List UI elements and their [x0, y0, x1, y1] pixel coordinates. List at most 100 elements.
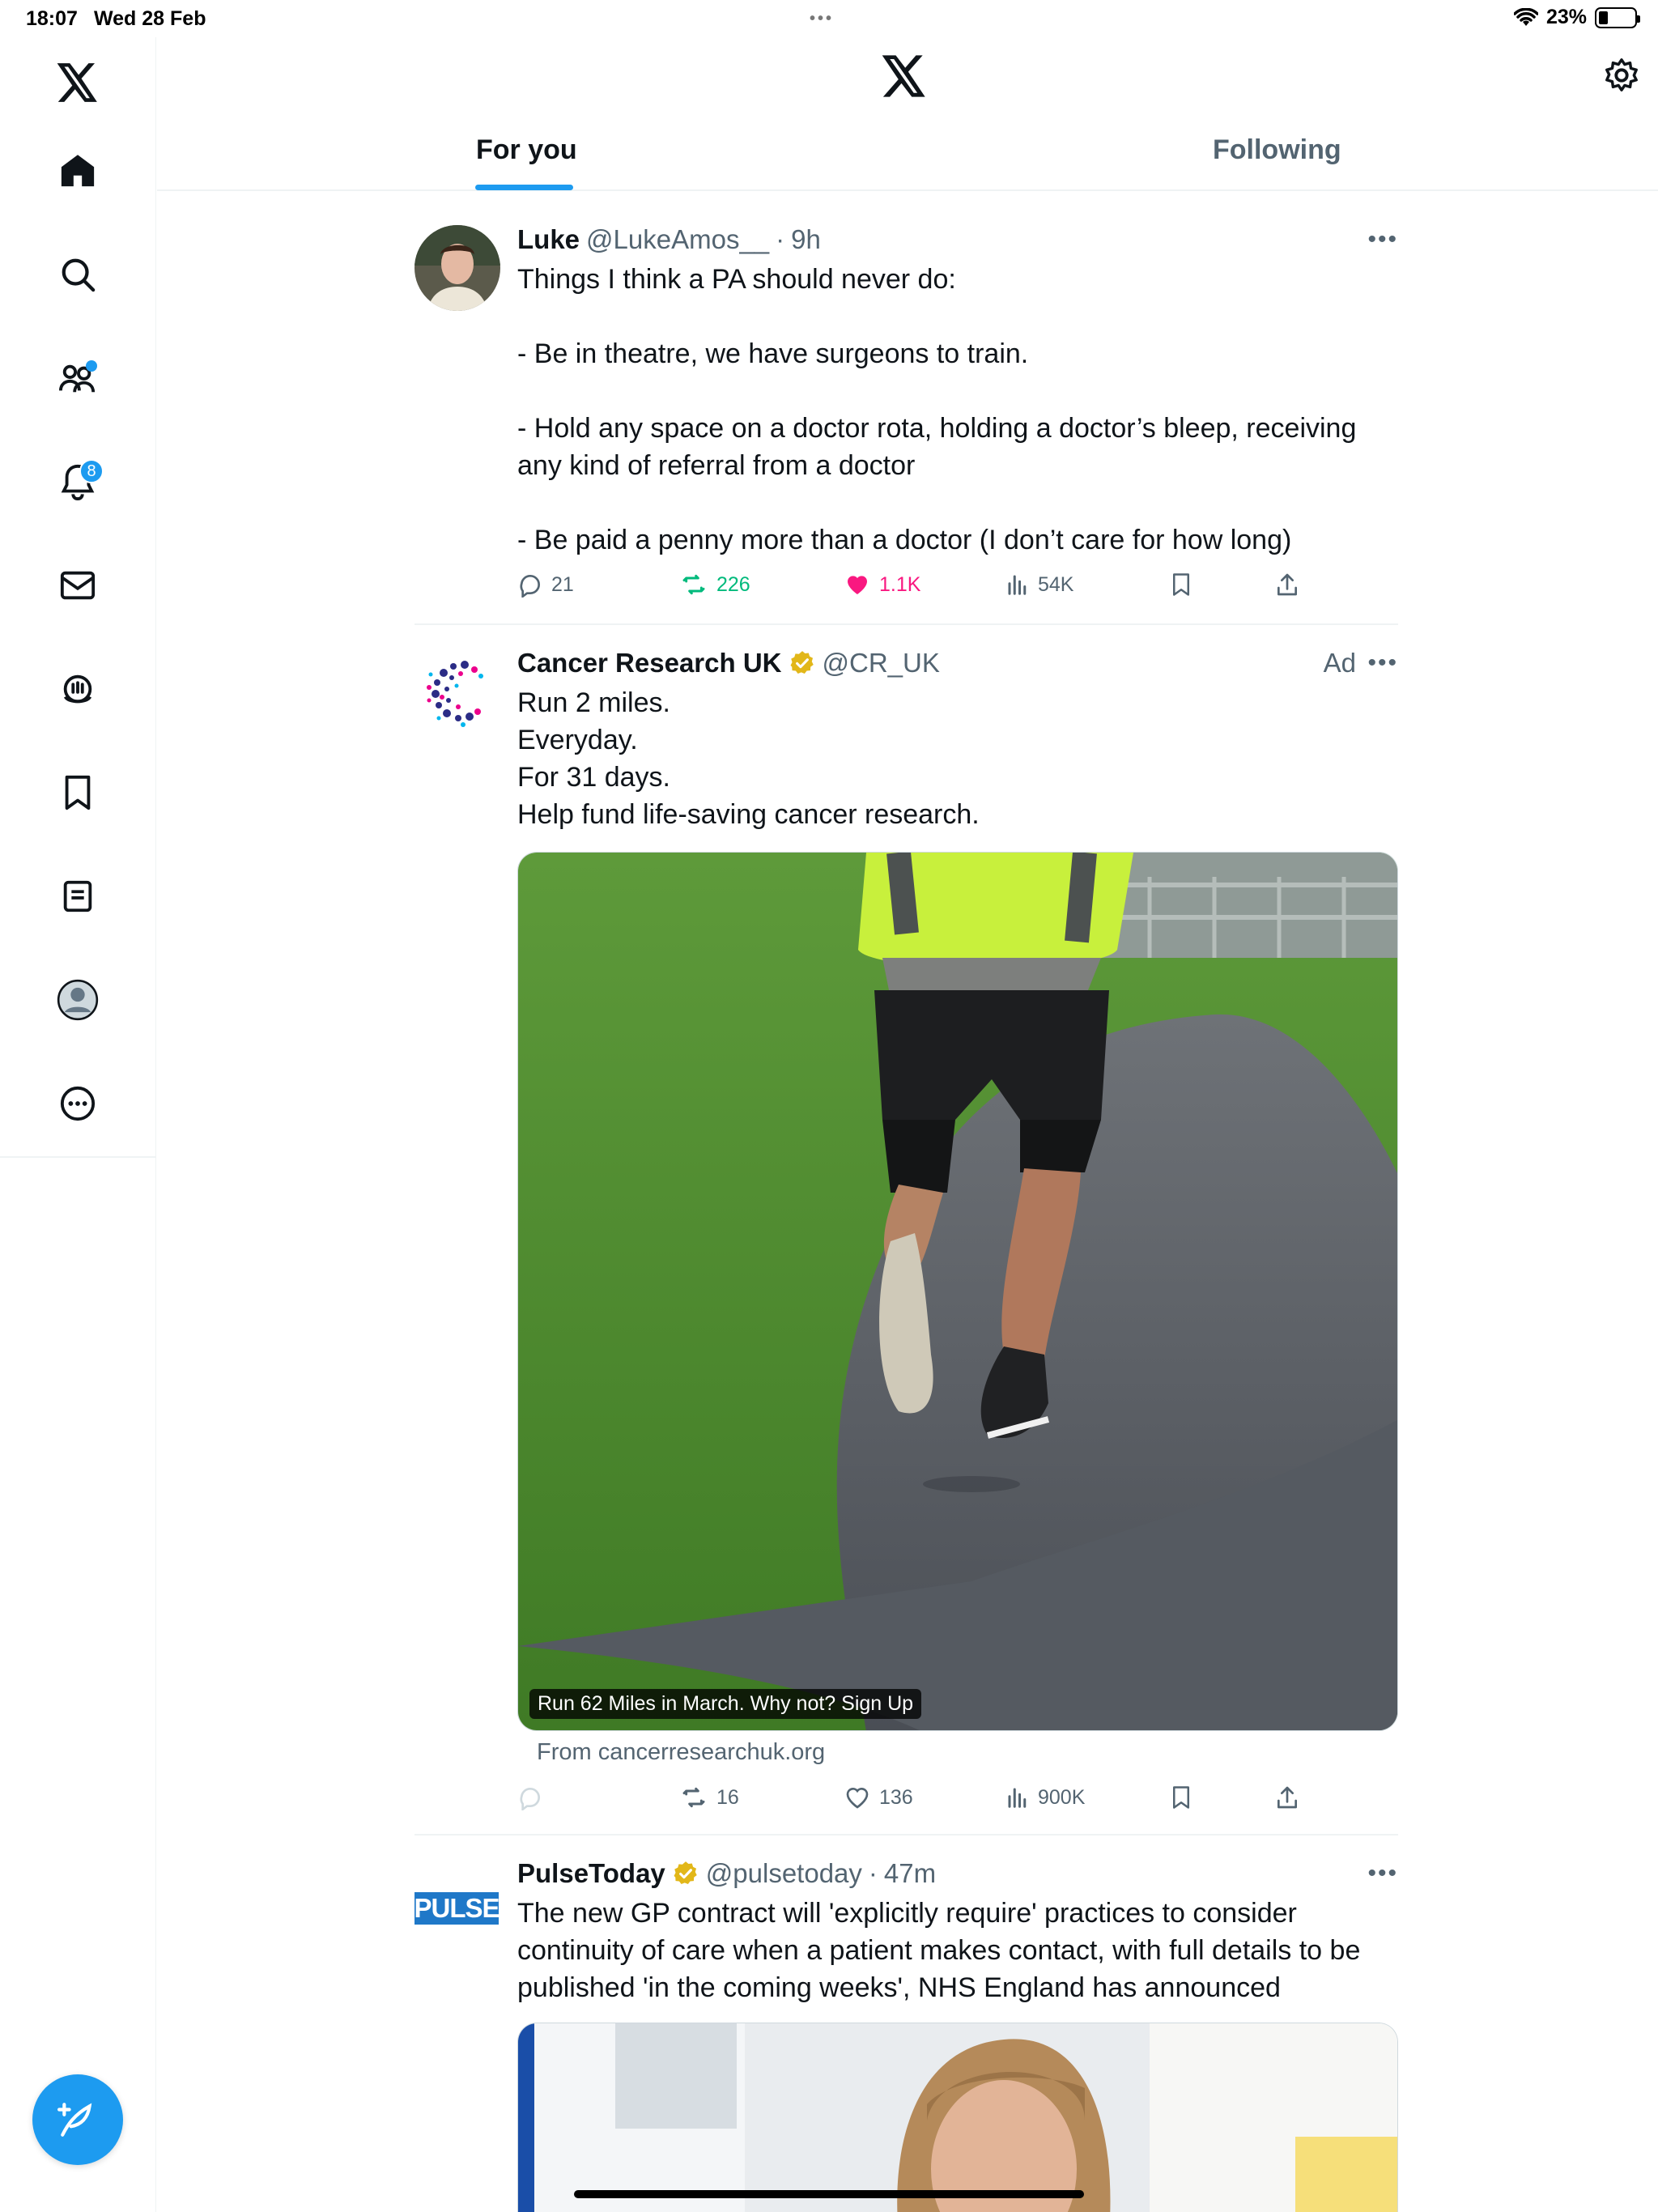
tweet-text: Things I think a PA should never do: - B… — [517, 264, 1357, 555]
tweet-more-icon[interactable]: ••• — [1367, 226, 1398, 253]
view-count: 54K — [1038, 572, 1074, 596]
tweet-more-icon[interactable]: ••• — [1367, 1860, 1398, 1887]
avatar[interactable] — [414, 649, 500, 734]
author-handle[interactable]: @LukeAmos__ — [586, 224, 769, 255]
news-photo — [518, 2023, 1397, 2212]
reply-icon — [520, 1787, 540, 1810]
analytics-icon — [1008, 575, 1027, 595]
tweet-timestamp[interactable]: 9h — [791, 224, 821, 255]
like-button[interactable]: 1.1K — [844, 572, 1005, 598]
reply-button[interactable]: 21 — [517, 572, 679, 598]
views-button[interactable]: 54K — [1005, 572, 1169, 597]
tab-following[interactable]: Following — [1213, 134, 1341, 166]
pulse-logo-text: PULSE — [414, 1893, 499, 1923]
author-handle[interactable]: @pulsetoday — [706, 1858, 862, 1889]
more-options-icon[interactable] — [53, 1079, 102, 1128]
multitasking-dots-icon[interactable]: ••• — [810, 10, 834, 28]
notifications-badge: 8 — [79, 459, 104, 483]
tweet-card[interactable]: Luke @LukeAmos__ · 9h ••• Things I think… — [414, 191, 1398, 625]
author-name[interactable]: Cancer Research UK — [517, 648, 782, 678]
tweet-media-image[interactable] — [517, 2023, 1398, 2212]
tweet-actions: 21 226 1.1K 54K — [517, 559, 1398, 610]
tweet-text: Run 2 miles. Everyday. For 31 days. Help… — [517, 687, 980, 830]
retweet-count: 16 — [716, 1785, 739, 1809]
sidebar-divider — [0, 1156, 156, 1158]
tweet-header: PulseToday @pulsetoday · 47m ••• — [517, 1853, 1398, 1895]
home-icon[interactable] — [53, 147, 102, 195]
bookmarks-icon[interactable] — [53, 768, 102, 817]
author-name[interactable]: Luke — [517, 224, 580, 255]
timeline-header: For you Following — [157, 37, 1658, 191]
active-tab-indicator — [475, 185, 573, 190]
timeline-feed: Luke @LukeAmos__ · 9h ••• Things I think… — [414, 191, 1398, 2212]
bookmark-button[interactable] — [1169, 572, 1274, 598]
bookmark-icon — [1173, 573, 1189, 596]
retweet-count: 226 — [716, 572, 750, 596]
share-button[interactable] — [1274, 572, 1300, 598]
status-time: 18:07 — [26, 7, 78, 30]
like-button[interactable]: 136 — [844, 1784, 1005, 1810]
battery-icon — [1595, 6, 1640, 28]
author-name[interactable]: PulseToday — [517, 1858, 665, 1889]
heart-icon — [846, 1788, 869, 1809]
retweet-button[interactable]: 226 — [679, 572, 844, 598]
time-separator: · — [776, 224, 785, 254]
settings-gear-icon[interactable] — [1603, 57, 1640, 98]
status-right: 23% — [1513, 6, 1640, 29]
retweet-icon — [682, 1787, 705, 1808]
tweet-text: The new GP contract will 'explicitly req… — [517, 1898, 1368, 2003]
avatar[interactable] — [414, 225, 500, 311]
analytics-icon — [1008, 1788, 1027, 1808]
tweet-media-image[interactable]: Run 62 Miles in March. Why not? Sign Up — [517, 852, 1398, 1731]
grok-icon[interactable] — [53, 665, 102, 713]
runner-photo — [518, 853, 1397, 1730]
tweet-timestamp[interactable]: 47m — [884, 1858, 936, 1889]
bookmark-icon — [1173, 1786, 1189, 1809]
share-icon — [1278, 573, 1297, 596]
tweet-more-icon[interactable]: ••• — [1367, 649, 1398, 677]
promoted-tweet-card[interactable]: Cancer Research UK @CR_UK Ad ••• Run 2 m… — [414, 625, 1398, 1836]
x-logo-icon[interactable] — [882, 55, 927, 101]
retweet-button[interactable]: 16 — [679, 1784, 844, 1810]
compose-feather-icon — [57, 2103, 92, 2137]
messages-icon[interactable] — [53, 561, 102, 610]
tab-for-you[interactable]: For you — [476, 134, 577, 166]
profile-avatar-icon[interactable] — [53, 976, 102, 1024]
compose-post-button[interactable] — [32, 2074, 123, 2165]
time-separator: · — [868, 1858, 878, 1888]
verified-gold-icon — [790, 651, 814, 674]
like-count: 136 — [879, 1785, 913, 1809]
reply-button[interactable] — [517, 1784, 679, 1810]
communities-icon[interactable] — [53, 354, 102, 402]
x-logo-icon[interactable] — [53, 58, 102, 107]
share-icon — [1278, 1786, 1297, 1809]
retweet-icon — [682, 574, 705, 595]
tweet-card[interactable]: PULSE PulseToday @pulsetoday · 47m ••• T… — [414, 1836, 1398, 2212]
like-count: 1.1K — [879, 572, 921, 596]
tweet-header: Cancer Research UK @CR_UK Ad ••• — [517, 642, 1398, 684]
reply-count: 21 — [551, 572, 574, 596]
battery-percent: 23% — [1545, 6, 1587, 28]
bookmark-button[interactable] — [1169, 1784, 1274, 1810]
communities-new-dot — [86, 360, 97, 372]
status-date: Wed 28 Feb — [94, 7, 206, 30]
search-icon[interactable] — [53, 250, 102, 299]
heart-filled-icon — [848, 576, 867, 594]
sidebar-nav: 8 — [0, 37, 156, 2212]
tweet-header: Luke @LukeAmos__ · 9h ••• — [517, 219, 1398, 261]
ad-label: Ad — [1323, 648, 1356, 678]
media-caption[interactable]: Run 62 Miles in March. Why not? Sign Up — [529, 1689, 922, 1719]
share-button[interactable] — [1274, 1784, 1300, 1810]
author-handle[interactable]: @CR_UK — [823, 648, 940, 678]
wifi-icon — [1513, 7, 1538, 26]
reply-icon — [520, 574, 540, 598]
lists-icon[interactable] — [53, 872, 102, 921]
tweet-actions: 16 136 900K — [517, 1772, 1398, 1823]
notifications-icon[interactable]: 8 — [53, 457, 104, 506]
avatar[interactable]: PULSE — [414, 1892, 499, 1925]
verified-gold-icon — [674, 1861, 697, 1885]
views-button[interactable]: 900K — [1005, 1785, 1169, 1810]
status-bar: 18:07 Wed 28 Feb ••• 23% — [0, 0, 1658, 37]
ad-source-link[interactable]: From cancerresearchuk.org — [517, 1731, 1398, 1772]
home-indicator[interactable] — [574, 2190, 1084, 2198]
